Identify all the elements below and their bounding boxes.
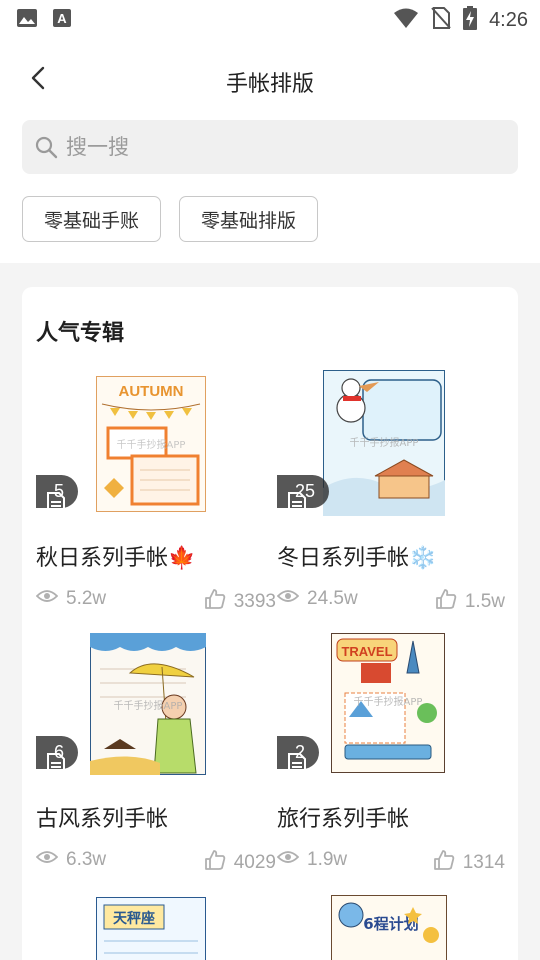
view-count: 1.9w bbox=[307, 849, 348, 870]
svg-text:千千手抄报APP: 千千手抄报APP bbox=[354, 695, 423, 708]
album-thumbnail: TRAVEL 千千手抄报APP 2 bbox=[277, 631, 507, 781]
album-title: 旅行系列手帐 bbox=[277, 807, 410, 832]
album-title: 秋日系列手帐🍁 bbox=[36, 546, 196, 571]
status-bar: A 4:26 bbox=[0, 0, 540, 36]
album-title: 古风系列手帐 bbox=[36, 807, 169, 832]
svg-text:A: A bbox=[57, 11, 67, 26]
album-thumbnail: 6程计划 bbox=[331, 895, 447, 960]
album-count-badge: 5 bbox=[36, 475, 79, 514]
search-input[interactable] bbox=[66, 120, 496, 174]
thumbs-up-icon bbox=[433, 849, 455, 877]
svg-text:天秤座: 天秤座 bbox=[113, 910, 155, 927]
text-a-icon: A bbox=[52, 8, 72, 32]
eye-icon bbox=[35, 849, 59, 871]
like-count: 3393 bbox=[233, 591, 276, 612]
album-thumbnail: 千千手抄报APP 25 bbox=[277, 370, 507, 520]
svg-text:AUTUMN: AUTUMN bbox=[119, 383, 184, 400]
clock-time: 4:26 bbox=[489, 8, 528, 31]
album-stats: 5.2w 3393 bbox=[35, 588, 276, 616]
search-icon bbox=[34, 135, 58, 163]
battery-charging-icon bbox=[463, 6, 478, 34]
eye-icon bbox=[276, 849, 300, 871]
search-bar[interactable] bbox=[22, 120, 518, 174]
svg-text:TRAVEL: TRAVEL bbox=[341, 644, 392, 659]
album-card-plan-partial[interactable]: 6程计划 bbox=[277, 893, 507, 960]
album-count-badge: 25 bbox=[277, 475, 330, 514]
like-count: 1314 bbox=[462, 852, 505, 873]
album-stats: 6.3w 4029 bbox=[35, 849, 276, 877]
svg-text:千千手抄报APP: 千千手抄报APP bbox=[114, 699, 183, 712]
view-count: 6.3w bbox=[66, 849, 107, 870]
popular-albums-panel: 人气专辑 AUTUMN 千千手抄报APP 5 秋日系列手帐🍁 5.2w 3393… bbox=[22, 287, 518, 960]
svg-text:千千手抄报APP: 千千手抄报APP bbox=[350, 436, 419, 449]
view-count: 24.5w bbox=[307, 588, 358, 609]
thumbs-up-icon bbox=[204, 849, 226, 877]
album-stats: 1.9w 1314 bbox=[276, 849, 505, 877]
album-count-badge: 2 bbox=[277, 736, 320, 775]
tag-row: 零基础手账 零基础排版 bbox=[22, 196, 319, 242]
view-count: 5.2w bbox=[66, 588, 107, 609]
page-title: 手帐排版 bbox=[225, 72, 314, 97]
album-thumbnail: 千千手抄报APP 6 bbox=[36, 631, 266, 781]
like-count: 4029 bbox=[233, 852, 276, 873]
album-count-badge: 6 bbox=[36, 736, 79, 775]
wifi-icon bbox=[393, 7, 419, 33]
tag-zero-basic-journal[interactable]: 零基础手账 bbox=[22, 196, 162, 242]
tag-zero-basic-layout[interactable]: 零基础排版 bbox=[179, 196, 319, 242]
thumbs-up-icon bbox=[204, 588, 226, 616]
section-title: 人气专辑 bbox=[36, 321, 125, 346]
svg-text:千千手抄报APP: 千千手抄报APP bbox=[117, 438, 186, 451]
eye-icon bbox=[35, 588, 59, 610]
header: 手帐排版 bbox=[0, 52, 540, 108]
eye-icon bbox=[276, 588, 300, 610]
album-title: 冬日系列手帐❄️ bbox=[277, 546, 437, 571]
album-stats: 24.5w 1.5w bbox=[276, 588, 505, 616]
album-thumbnail: AUTUMN 千千手抄报APP 5 bbox=[36, 370, 266, 520]
no-sim-icon bbox=[431, 6, 451, 34]
like-count: 1.5w bbox=[464, 591, 505, 612]
thumbs-up-icon bbox=[435, 588, 457, 616]
image-icon bbox=[16, 8, 38, 32]
album-thumbnail: 天秤座 bbox=[96, 897, 206, 960]
album-card-libra-partial[interactable]: 天秤座 bbox=[36, 893, 266, 960]
